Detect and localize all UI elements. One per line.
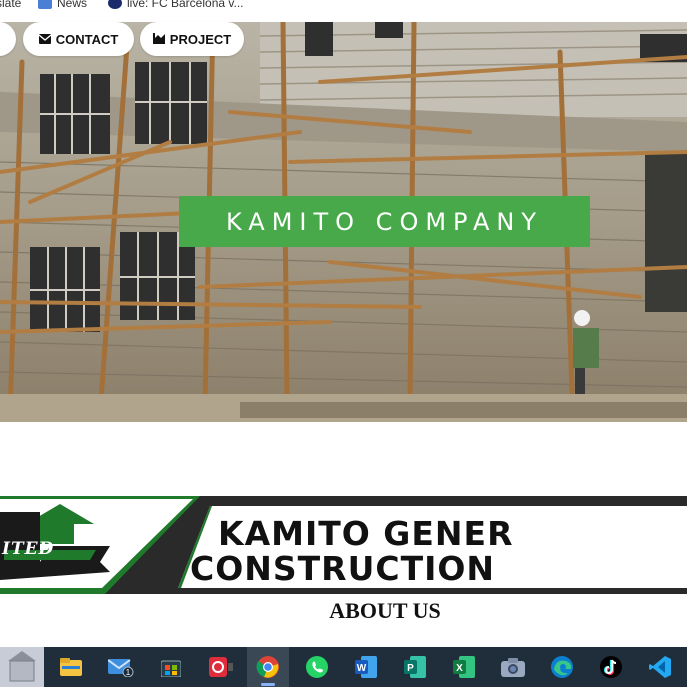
taskbar-excel[interactable]: X — [443, 647, 485, 687]
tiktok-icon — [600, 656, 622, 678]
bookmark-live[interactable]: live: FC Barcelona v... — [108, 0, 243, 12]
taskbar-camera[interactable] — [492, 647, 534, 687]
taskbar-publisher[interactable]: P — [394, 647, 436, 687]
taskbar-tiktok[interactable] — [590, 647, 632, 687]
bookmark-news[interactable]: News — [38, 0, 87, 12]
bookmark-translate[interactable]: slate — [0, 0, 21, 12]
envelope-icon — [38, 32, 52, 47]
camera-icon — [501, 658, 525, 677]
project-button[interactable]: PROJECT — [140, 22, 244, 56]
taskbar-media[interactable] — [200, 647, 242, 687]
svg-text:1: 1 — [126, 668, 131, 677]
word-icon: W — [355, 656, 377, 678]
pinned-thumbnail[interactable] — [0, 647, 44, 687]
logo-text: ITED — [2, 539, 55, 559]
svg-text:X: X — [456, 663, 463, 674]
taskbar-mail[interactable]: 1 — [100, 647, 142, 687]
bookmarks-bar: slate News live: FC Barcelona v... — [0, 0, 687, 22]
svg-text:W: W — [357, 663, 367, 674]
live-icon — [108, 0, 122, 9]
svg-text:P: P — [407, 663, 414, 674]
bookmark-label: News — [57, 0, 88, 10]
active-indicator — [261, 683, 275, 686]
taskbar-vscode[interactable] — [639, 647, 681, 687]
publisher-icon: P — [404, 656, 426, 678]
bookmark-label: slate — [0, 0, 22, 10]
edge-icon — [551, 656, 573, 678]
chrome-icon — [256, 656, 279, 678]
mail-icon: 1 — [108, 659, 134, 677]
whatsapp-icon — [306, 656, 328, 678]
bookmark-label: live: FC Barcelona v... — [127, 0, 244, 10]
taskbar-chrome[interactable] — [247, 647, 289, 687]
media-app-icon — [209, 657, 233, 677]
taskbar-word[interactable]: W — [345, 647, 387, 687]
news-icon — [38, 0, 52, 9]
hero-title: KAMITO COMPANY — [179, 196, 590, 247]
chart-icon — [152, 32, 165, 47]
banner-line2: CONSTRUCTION — [190, 549, 496, 588]
contact-label: CONTACT — [55, 31, 119, 47]
microsoft-store-icon — [161, 660, 181, 677]
taskbar-whatsapp[interactable] — [296, 647, 338, 687]
contact-button[interactable]: CONTACT — [23, 22, 134, 56]
file-explorer-icon — [60, 658, 82, 676]
taskbar-file-explorer[interactable] — [50, 647, 92, 687]
vscode-icon — [649, 656, 671, 678]
taskbar-store[interactable] — [150, 647, 192, 687]
taskbar-edge[interactable] — [541, 647, 583, 687]
excel-icon: X — [453, 656, 475, 678]
banner-line1: KAMITO GENER — [218, 514, 514, 553]
project-label: PROJECT — [169, 31, 232, 47]
about-heading: ABOUT US — [329, 598, 441, 623]
